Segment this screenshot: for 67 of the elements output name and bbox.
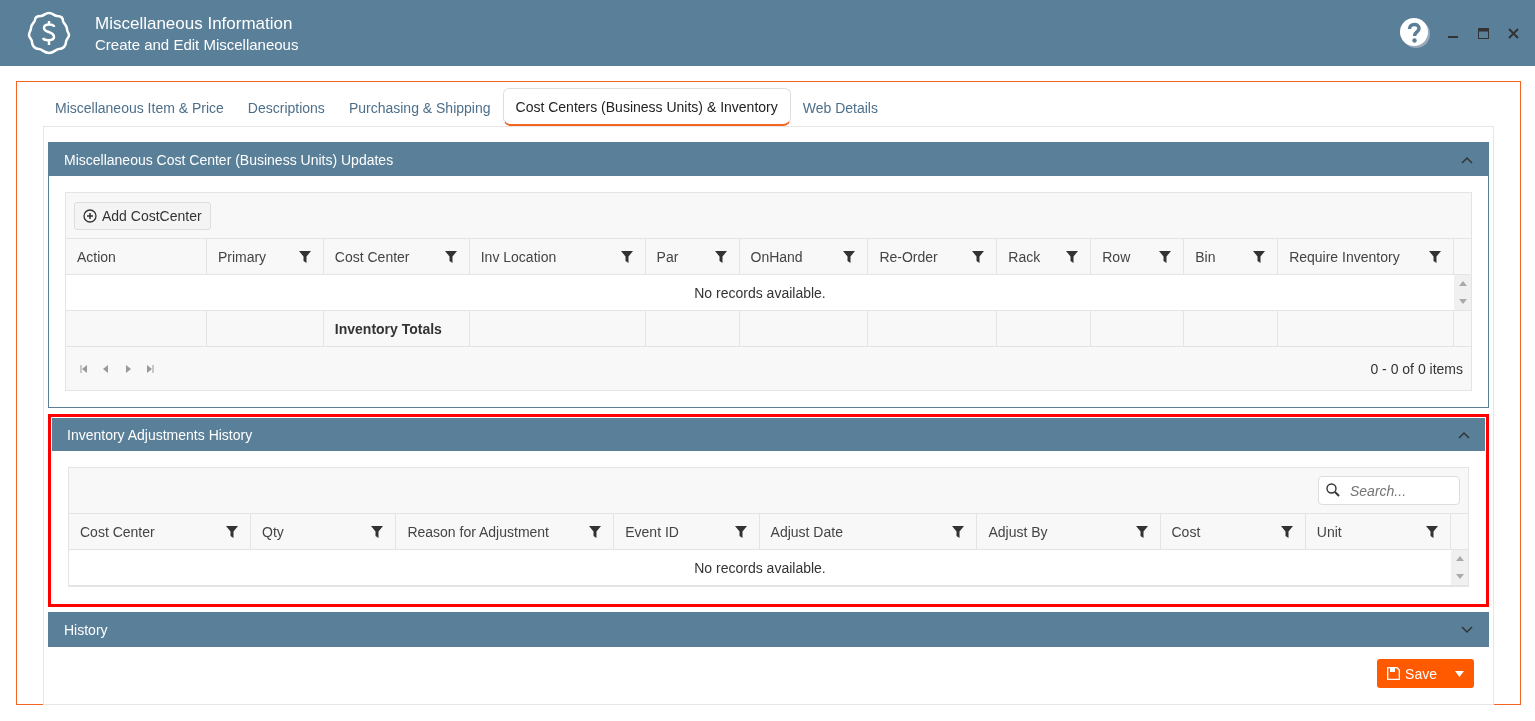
filter-icon[interactable] <box>1280 525 1293 538</box>
tab[interactable]: Descriptions <box>235 90 337 126</box>
column-header[interactable]: Primary <box>206 239 324 274</box>
column-header[interactable]: Unit <box>1305 514 1452 549</box>
maximize-icon[interactable] <box>1477 27 1489 39</box>
column-header[interactable]: Adjust By <box>977 514 1161 549</box>
filter-icon[interactable] <box>1426 525 1439 538</box>
column-header[interactable]: Cost Center <box>69 514 252 549</box>
filter-icon[interactable] <box>371 525 384 538</box>
filter-icon[interactable] <box>226 525 239 538</box>
column-header[interactable]: Rack <box>997 239 1092 274</box>
column-header[interactable]: Re-Order <box>868 239 998 274</box>
filter-icon[interactable] <box>1159 250 1172 263</box>
column-header[interactable]: Par <box>645 239 740 274</box>
plus-circle-icon <box>83 208 97 223</box>
dollar-badge-icon <box>25 9 73 57</box>
column-header[interactable]: OnHand <box>739 239 869 274</box>
tab[interactable]: Purchasing & Shipping <box>336 90 503 126</box>
column-header[interactable]: Qty <box>251 514 397 549</box>
filter-icon[interactable] <box>843 250 856 263</box>
filter-icon[interactable] <box>714 250 727 263</box>
empty-message: No records available. <box>693 283 827 303</box>
panel-header[interactable]: Inventory Adjustments History <box>52 418 1485 451</box>
chevron-up-icon[interactable] <box>1461 155 1473 164</box>
panel-header[interactable]: History <box>49 613 1488 646</box>
column-header[interactable]: Cost Center <box>323 239 470 274</box>
filter-icon[interactable] <box>589 525 602 538</box>
column-header[interactable]: Require Inventory <box>1278 239 1454 274</box>
column-header[interactable]: Adjust Date <box>759 514 978 549</box>
column-header[interactable]: Action <box>66 239 207 274</box>
last-page-icon[interactable] <box>146 364 154 373</box>
next-page-icon[interactable] <box>124 364 132 373</box>
filter-icon[interactable] <box>972 250 985 263</box>
filter-icon[interactable] <box>1066 250 1079 263</box>
empty-message: No records available. <box>693 558 827 578</box>
filter-icon[interactable] <box>620 250 633 263</box>
column-header[interactable]: Inv Location <box>469 239 646 274</box>
first-page-icon[interactable] <box>80 364 88 373</box>
filter-icon[interactable] <box>444 250 457 263</box>
add-cost-center-button[interactable]: Add CostCenter <box>74 201 211 230</box>
help-icon[interactable] <box>1399 17 1431 49</box>
window-subtitle: Create and Edit Miscellaneous <box>95 35 300 53</box>
chevron-up-icon[interactable] <box>1458 430 1470 439</box>
filter-icon[interactable] <box>734 525 747 538</box>
filter-icon[interactable] <box>1135 525 1148 538</box>
window-title: Miscellaneous Information <box>95 13 294 34</box>
column-header[interactable]: Bin <box>1184 239 1279 274</box>
tab[interactable]: Miscellaneous Item & Price <box>43 90 236 126</box>
filter-icon[interactable] <box>1429 250 1441 263</box>
column-header[interactable]: Event ID <box>614 514 760 549</box>
search-field[interactable]: Search... <box>1318 476 1460 505</box>
tab[interactable]: Cost Centers (Business Units) & Inventory <box>502 88 791 126</box>
filter-icon[interactable] <box>1253 250 1266 263</box>
column-header[interactable]: Row <box>1091 239 1185 274</box>
filter-icon[interactable] <box>952 525 965 538</box>
search-icon <box>1326 483 1340 497</box>
close-icon[interactable] <box>1507 27 1519 39</box>
chevron-down-icon[interactable] <box>1461 625 1473 634</box>
column-header[interactable]: Reason for Adjustment <box>396 514 615 549</box>
pager-info: 0 - 0 of 0 items <box>1370 360 1463 377</box>
previous-page-icon[interactable] <box>102 364 110 373</box>
filter-icon[interactable] <box>298 250 311 263</box>
tab[interactable]: Web Details <box>790 90 890 126</box>
footer-cell: Inventory Totals <box>334 320 442 337</box>
column-header[interactable]: Cost <box>1160 514 1306 549</box>
panel-header[interactable]: Miscellaneous Cost Center (Business Units) Updates <box>49 143 1488 176</box>
caret-down-icon[interactable] <box>1455 670 1464 677</box>
